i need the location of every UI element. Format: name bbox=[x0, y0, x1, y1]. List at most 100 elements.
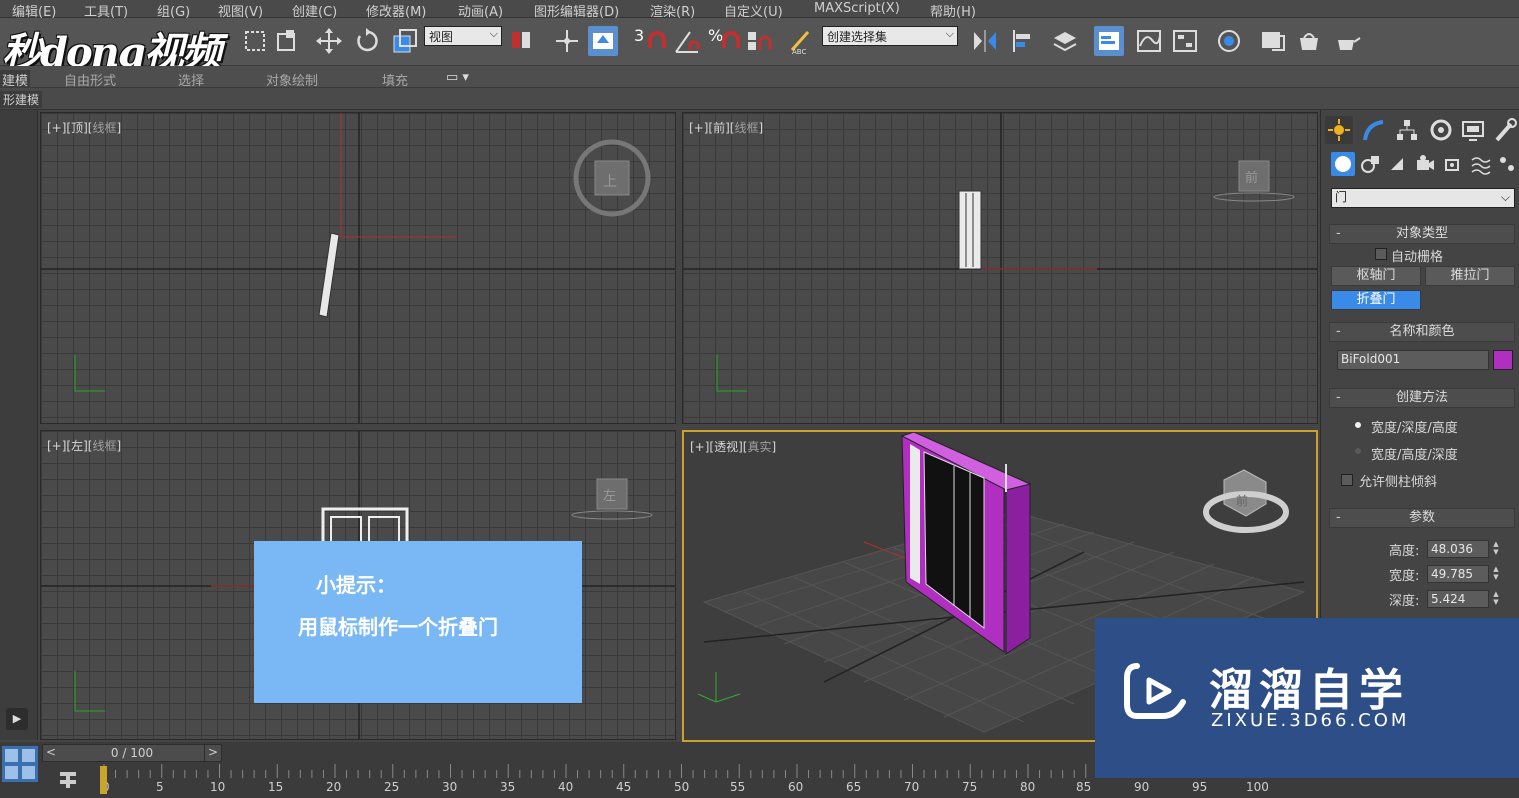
create-tab[interactable] bbox=[1325, 116, 1353, 144]
keyboard-shortcut-override-button[interactable] bbox=[588, 26, 618, 56]
layer-manager-icon[interactable] bbox=[1050, 26, 1080, 56]
window-crossing-icon[interactable] bbox=[272, 26, 302, 56]
viewport-layout-icon[interactable] bbox=[2, 746, 38, 782]
scene-explorer-button[interactable] bbox=[1094, 26, 1124, 56]
shortcut-override-icon bbox=[593, 33, 613, 49]
ribbon-tab-object-paint[interactable]: 对象绘制 bbox=[266, 70, 318, 89]
scene-explorer-icon bbox=[1099, 32, 1119, 50]
object-name-field[interactable]: BiFold001 bbox=[1337, 350, 1489, 370]
object-category-dropdown[interactable]: 门 ⌵ bbox=[1331, 188, 1515, 208]
tick-label: 35 bbox=[500, 780, 516, 794]
object-type-rollout[interactable]: - 对象类型 bbox=[1329, 224, 1515, 244]
geometry-sub-button[interactable] bbox=[1331, 152, 1355, 176]
allow-tilt-checkbox[interactable] bbox=[1341, 474, 1353, 486]
method-width-height-depth-radio[interactable] bbox=[1353, 446, 1363, 456]
viewport-front[interactable]: [+][前][线框] 前 bbox=[682, 112, 1318, 424]
parameters-rollout[interactable]: - 参数 bbox=[1329, 508, 1515, 528]
percent-snap-icon[interactable] bbox=[716, 26, 746, 56]
height-spinner[interactable]: ▲ ▼ bbox=[1491, 540, 1501, 558]
curve-editor-icon[interactable] bbox=[1134, 26, 1164, 56]
viewport-top[interactable]: [+][顶][线框] 上 bbox=[40, 112, 676, 424]
width-label: 宽度: bbox=[1389, 569, 1420, 584]
width-field[interactable]: 49.785 bbox=[1427, 565, 1489, 583]
shapes-icon[interactable] bbox=[1359, 152, 1383, 176]
modify-tab-icon[interactable] bbox=[1359, 116, 1387, 144]
depth-spinner[interactable]: ▲ ▼ bbox=[1491, 590, 1501, 608]
ribbon-tabs: 建模 自由形式 选择 对象绘制 填充 ▭ ▾ bbox=[0, 66, 1519, 89]
menu-maxscript[interactable]: MAXScript(X) bbox=[814, 1, 900, 16]
tick-label: 80 bbox=[1020, 780, 1036, 794]
current-frame-marker[interactable] bbox=[100, 766, 107, 794]
creation-method-rollout[interactable]: - 创建方法 bbox=[1329, 388, 1515, 408]
time-slider[interactable]: < 0 / 100 bbox=[42, 744, 222, 762]
rotate-icon[interactable] bbox=[352, 26, 382, 56]
tick-label: 65 bbox=[846, 780, 862, 794]
ribbon-tab-modeling[interactable]: 建模 bbox=[0, 70, 31, 89]
material-editor-icon[interactable] bbox=[1214, 26, 1244, 56]
ribbon-tab-populate[interactable]: 填充 bbox=[382, 70, 408, 89]
render-frame-icon[interactable] bbox=[1294, 26, 1324, 56]
height-field[interactable]: 48.036 bbox=[1427, 540, 1489, 558]
align-icon[interactable] bbox=[1008, 26, 1038, 56]
play-logo-icon bbox=[1124, 663, 1186, 719]
sliding-door-button[interactable]: 推拉门 bbox=[1425, 266, 1515, 286]
tick-label: 75 bbox=[962, 780, 978, 794]
render-setup-icon[interactable] bbox=[1258, 26, 1288, 56]
ribbon-options-icon[interactable]: ▭ ▾ bbox=[446, 70, 469, 85]
scale-icon[interactable] bbox=[390, 26, 420, 56]
tick-label: 25 bbox=[384, 780, 400, 794]
method-width-depth-height-radio[interactable] bbox=[1353, 420, 1363, 430]
utilities-tab-icon[interactable] bbox=[1491, 116, 1519, 144]
select-manipulate-icon[interactable] bbox=[552, 26, 582, 56]
play-icon[interactable]: ▶ bbox=[6, 708, 28, 730]
lights-icon[interactable] bbox=[1385, 152, 1409, 176]
spinner-snap-icon[interactable] bbox=[744, 26, 774, 56]
height-label: 高度: bbox=[1389, 544, 1420, 559]
time-next-button[interactable]: > bbox=[204, 744, 222, 762]
reference-coord-dropdown[interactable]: 视图 ⌵ bbox=[424, 26, 502, 46]
systems-icon[interactable] bbox=[1495, 152, 1519, 176]
ribbon-panel: 形建模 bbox=[0, 88, 1519, 110]
tip-title: 小提示： bbox=[316, 573, 396, 597]
method-width-height-depth-label: 宽度/高度/深度 bbox=[1371, 448, 1458, 463]
depth-field[interactable]: 5.424 bbox=[1427, 590, 1489, 608]
pivot-door-button[interactable]: 枢轴门 bbox=[1331, 266, 1421, 286]
view-cube-top[interactable]: 上 bbox=[603, 171, 617, 191]
pivot-center-icon[interactable] bbox=[506, 26, 536, 56]
space-warps-icon[interactable] bbox=[1469, 152, 1493, 176]
tick-label: 10 bbox=[210, 780, 226, 794]
snap-magnet-icon[interactable] bbox=[642, 26, 672, 56]
ribbon-tab-freeform[interactable]: 自由形式 bbox=[64, 70, 116, 89]
move-icon[interactable] bbox=[314, 26, 344, 56]
tick-label: 45 bbox=[616, 780, 632, 794]
allow-tilt-label: 允许侧柱倾斜 bbox=[1359, 475, 1438, 490]
motion-tab-icon[interactable] bbox=[1427, 116, 1455, 144]
schematic-view-icon[interactable] bbox=[1170, 26, 1200, 56]
name-color-rollout[interactable]: - 名称和颜色 bbox=[1329, 322, 1515, 342]
mirror-icon[interactable] bbox=[970, 26, 1000, 56]
auto-grid-label: 自动栅格 bbox=[1391, 250, 1444, 265]
named-selection-dropdown[interactable]: 创建选择集 ⌵ bbox=[822, 26, 958, 46]
tick-label: 85 bbox=[1076, 780, 1092, 794]
auto-grid-checkbox[interactable] bbox=[1375, 248, 1387, 260]
bifold-door-button[interactable]: 折叠门 bbox=[1331, 290, 1421, 310]
view-cube-perspective[interactable]: 前 bbox=[1236, 492, 1248, 509]
hierarchy-tab-icon[interactable] bbox=[1393, 116, 1421, 144]
view-cube-left[interactable]: 左 bbox=[603, 485, 616, 504]
helpers-icon[interactable] bbox=[1441, 152, 1465, 176]
select-region-icon[interactable] bbox=[240, 26, 270, 56]
edit-named-selection-icon[interactable]: ABC bbox=[786, 26, 816, 56]
create-sun-icon bbox=[1328, 119, 1350, 141]
view-cube-front[interactable]: 前 bbox=[1245, 167, 1258, 186]
cameras-icon[interactable] bbox=[1413, 152, 1437, 176]
tick-label: 20 bbox=[326, 780, 342, 794]
object-color-swatch[interactable] bbox=[1493, 350, 1513, 370]
viewport-top-scene bbox=[41, 113, 675, 423]
track-bar-icon[interactable] bbox=[56, 768, 80, 792]
angle-snap-icon[interactable] bbox=[672, 26, 702, 56]
ribbon-tab-selection[interactable]: 选择 bbox=[178, 70, 204, 89]
render-production-icon[interactable] bbox=[1332, 26, 1362, 56]
display-tab-icon[interactable] bbox=[1459, 116, 1487, 144]
ribbon-sub-label[interactable]: 形建模 bbox=[0, 91, 43, 108]
width-spinner[interactable]: ▲ ▼ bbox=[1491, 565, 1501, 583]
